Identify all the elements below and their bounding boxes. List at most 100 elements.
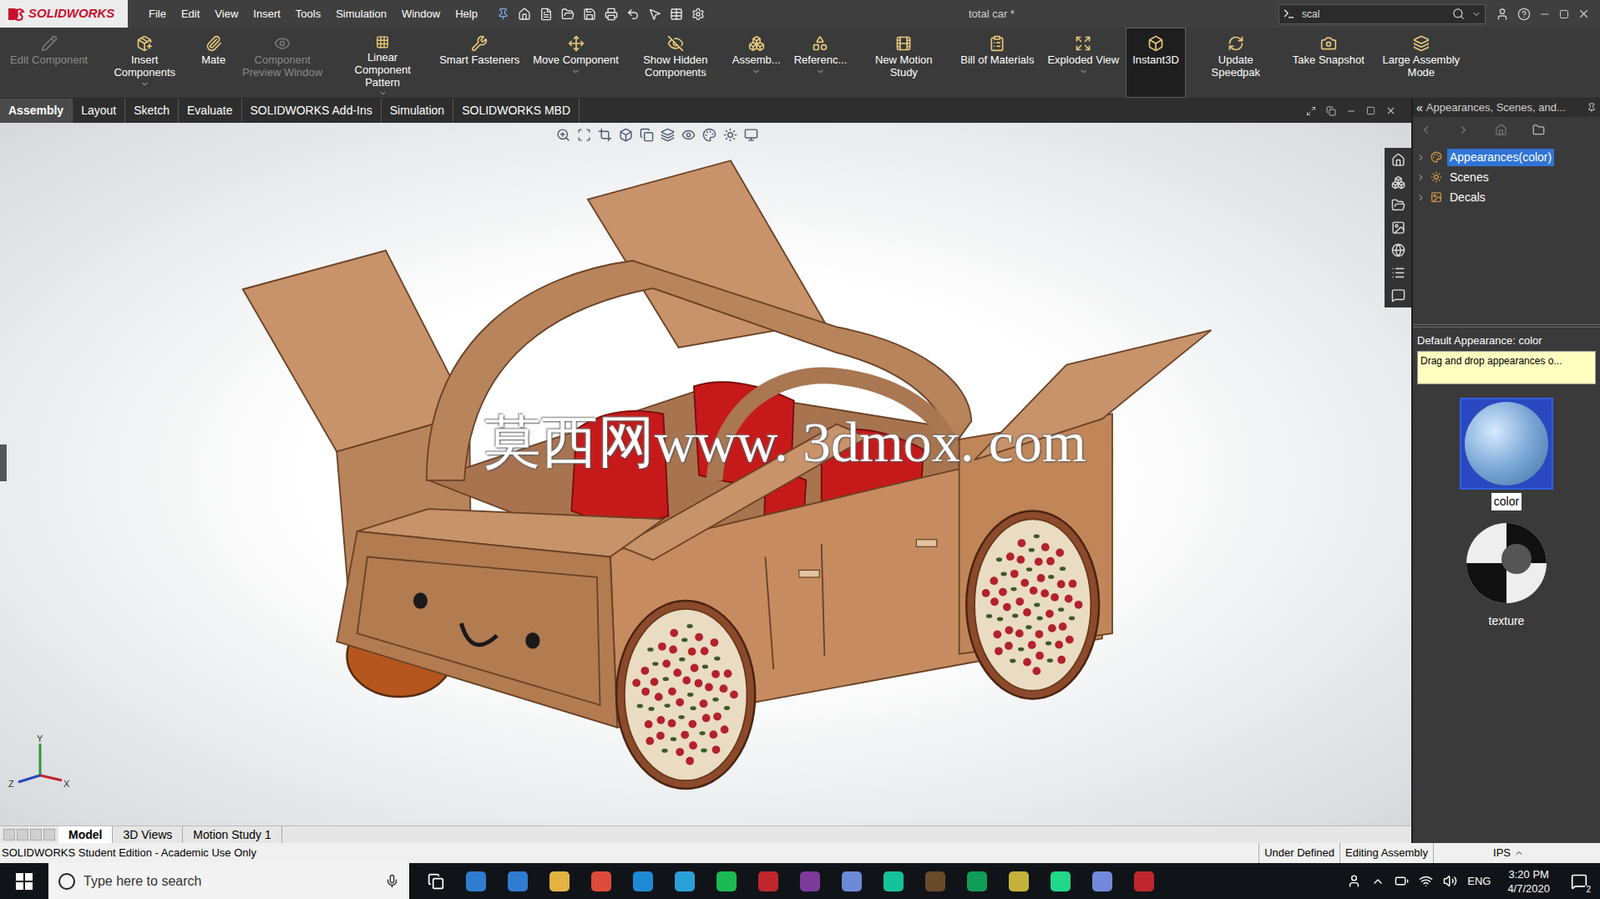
- forward-icon[interactable]: [1457, 123, 1470, 137]
- close-icon[interactable]: [1385, 105, 1397, 117]
- language-indicator[interactable]: ENG: [1467, 872, 1491, 890]
- wifi-icon[interactable]: [1418, 873, 1433, 888]
- dropdown-icon[interactable]: [751, 66, 761, 76]
- command-button[interactable]: Exploded View: [1040, 27, 1126, 98]
- toolbar-icon[interactable]: [604, 7, 618, 21]
- pane-splitter[interactable]: [1412, 324, 1600, 328]
- help-icon[interactable]: [1517, 7, 1531, 21]
- command-button[interactable]: Assemb...: [725, 27, 788, 98]
- start-button[interactable]: [0, 862, 49, 899]
- menu-item[interactable]: Simulation: [328, 5, 395, 23]
- expand-icon[interactable]: [1416, 152, 1426, 163]
- command-button[interactable]: Take Snapshot: [1286, 27, 1372, 98]
- dropdown-icon[interactable]: [815, 66, 826, 76]
- command-button[interactable]: New Motion Study: [853, 27, 954, 98]
- menu-item[interactable]: Help: [447, 5, 486, 23]
- command-button[interactable]: Component Preview Window: [232, 27, 333, 98]
- tray-overflow-icon[interactable]: [1371, 874, 1385, 888]
- view-icon[interactable]: [597, 127, 613, 142]
- clock[interactable]: 3:20 PM4/7/2020: [1500, 866, 1557, 896]
- tree-item[interactable]: Appearances(color): [1416, 146, 1600, 168]
- taskbar-app-icon[interactable]: [716, 870, 737, 892]
- maximize-icon[interactable]: [1559, 9, 1570, 20]
- taskbar-app-icon[interactable]: [674, 870, 695, 892]
- tree-item[interactable]: Scenes: [1416, 167, 1600, 188]
- thumbnail[interactable]: color: [1459, 397, 1554, 511]
- front-wheel[interactable]: [616, 600, 755, 789]
- tab[interactable]: SOLIDWORKS MBD: [453, 98, 580, 123]
- close-icon[interactable]: [1577, 7, 1590, 21]
- user-icon[interactable]: [1495, 7, 1509, 21]
- maximize-icon[interactable]: [1366, 106, 1376, 116]
- toolbar-icon[interactable]: [561, 7, 575, 21]
- search-icon[interactable]: [1452, 7, 1465, 21]
- taskbar-app-icon[interactable]: [1008, 870, 1029, 892]
- split-icon[interactable]: [1326, 106, 1337, 117]
- toolbar-icon[interactable]: [517, 7, 532, 21]
- dropdown-icon[interactable]: [1078, 66, 1089, 76]
- toolbar-icon[interactable]: [626, 7, 640, 21]
- taskbar-app-icon[interactable]: [800, 870, 821, 892]
- minimize-icon[interactable]: [1539, 8, 1551, 21]
- pane-tab-icon[interactable]: [1391, 265, 1406, 280]
- menu-item[interactable]: File: [141, 5, 174, 23]
- taskbar-app-icon[interactable]: [967, 870, 988, 892]
- view-icon[interactable]: [723, 127, 738, 142]
- command-button[interactable]: Show Hidden Components: [625, 27, 726, 98]
- command-button[interactable]: Referenc...: [787, 27, 855, 98]
- command-button[interactable]: Large Assembly Mode: [1371, 27, 1472, 98]
- menu-item[interactable]: Window: [394, 5, 448, 23]
- command-button[interactable]: Insert Components: [94, 27, 195, 98]
- command-button[interactable]: Move Component: [526, 27, 626, 98]
- view-icon[interactable]: [744, 127, 759, 142]
- view-icon[interactable]: [618, 127, 633, 142]
- notifications-button[interactable]: 2: [1566, 868, 1592, 894]
- task-view-icon[interactable]: [427, 872, 445, 890]
- back-icon[interactable]: [1419, 123, 1433, 137]
- toolbar-icon[interactable]: [691, 7, 705, 21]
- left-panel-handle[interactable]: [0, 444, 7, 482]
- view-icon[interactable]: [660, 127, 675, 142]
- command-button[interactable]: Linear Component Pattern: [332, 27, 433, 98]
- menu-item[interactable]: Edit: [173, 5, 208, 23]
- taskbar-search[interactable]: Type here to search: [48, 862, 410, 899]
- taskbar-app-icon[interactable]: [758, 870, 779, 892]
- view-icon[interactable]: [577, 127, 592, 142]
- toolbar-icon[interactable]: [582, 7, 597, 21]
- thumbnail[interactable]: texture: [1459, 516, 1554, 630]
- taskbar-app-icon[interactable]: [883, 870, 904, 892]
- toolbar-icon[interactable]: [539, 7, 553, 21]
- tab-scroll-icon[interactable]: [43, 828, 56, 841]
- command-button[interactable]: Update Speedpak: [1185, 27, 1287, 98]
- tab[interactable]: Sketch: [125, 98, 179, 123]
- taskbar-app-icon[interactable]: [1050, 870, 1071, 892]
- tab-scroll-icon[interactable]: [30, 828, 42, 841]
- graphics-area[interactable]: 莫西网www. 3dmox. comYZX: [0, 122, 1412, 826]
- taskbar-app-icon[interactable]: [925, 870, 946, 892]
- menu-item[interactable]: View: [207, 5, 246, 23]
- taskbar-app-icon[interactable]: [549, 870, 570, 892]
- tile-icon[interactable]: [1306, 106, 1317, 117]
- tab[interactable]: Layout: [72, 98, 126, 123]
- bottom-tab[interactable]: Model: [58, 825, 113, 843]
- pane-tab-icon[interactable]: [1391, 152, 1406, 168]
- search-box[interactable]: scal: [1278, 4, 1486, 25]
- command-button[interactable]: Instant3D: [1125, 27, 1186, 98]
- minimize-icon[interactable]: [1346, 106, 1357, 117]
- tree-item[interactable]: Decals: [1416, 187, 1600, 208]
- tab-scroll-icon[interactable]: [16, 828, 29, 841]
- pane-tab-icon[interactable]: [1391, 243, 1406, 258]
- tab[interactable]: Simulation: [381, 98, 454, 123]
- pane-tab-icon[interactable]: [1391, 175, 1406, 190]
- volume-icon[interactable]: [1443, 873, 1458, 888]
- tab[interactable]: Evaluate: [178, 98, 242, 123]
- rear-wheel[interactable]: [966, 511, 1099, 699]
- dropdown-icon[interactable]: [140, 79, 150, 89]
- menu-item[interactable]: Insert: [245, 5, 289, 23]
- taskbar-app-icon[interactable]: [632, 870, 654, 892]
- expand-icon[interactable]: [1416, 172, 1426, 183]
- expand-icon[interactable]: [1416, 192, 1426, 203]
- tab[interactable]: Assembly: [0, 98, 73, 123]
- status-item[interactable]: IPS: [1432, 842, 1584, 863]
- tab-scroll-icon[interactable]: [3, 828, 16, 841]
